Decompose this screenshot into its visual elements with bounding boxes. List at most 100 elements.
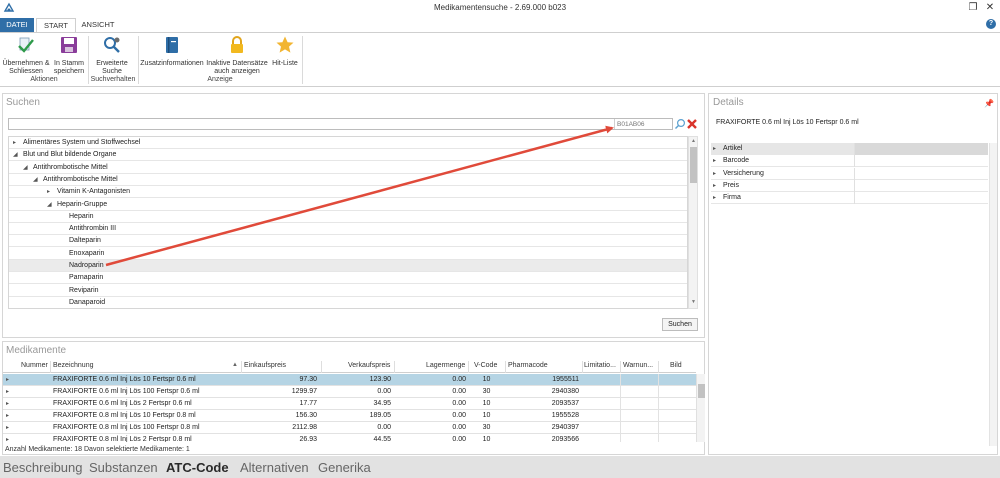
tree-expand-icon[interactable]: ▸ xyxy=(13,137,21,149)
cell-einkaufspreis: 97.30 xyxy=(299,376,317,383)
clear-icon[interactable] xyxy=(686,118,698,130)
col-lagermenge[interactable]: Lagermenge xyxy=(426,362,465,369)
details-product-title: FRAXIFORTE 0.6 ml Inj Lös 10 Fertspr 0.6… xyxy=(716,119,859,126)
additional-info-button[interactable]: Zusatzinformationen xyxy=(139,35,205,68)
tree-item[interactable]: ◢ Blut und Blut bildende Organe xyxy=(9,149,687,162)
cell-pharmacode: 2093537 xyxy=(551,400,579,407)
tree-collapse-icon[interactable]: ◢ xyxy=(23,162,31,174)
tree-collapse-icon[interactable]: ◢ xyxy=(13,149,21,161)
details-row[interactable]: ▸ Firma xyxy=(711,192,988,205)
bottom-tab[interactable]: Alternativen xyxy=(240,460,309,475)
medications-count-status: Anzahl Medikamente: 18 Davon selektierte… xyxy=(5,446,190,453)
advanced-search-button[interactable]: Erweiterte Suche xyxy=(90,35,134,76)
table-row[interactable]: ▸ FRAXIFORTE 0.8 ml Inj Lös 100 Fertspr 0… xyxy=(3,422,696,434)
row-expand-icon[interactable]: ▸ xyxy=(6,398,9,410)
tree-collapse-icon[interactable]: ◢ xyxy=(33,174,41,186)
tree-item[interactable]: ▸ Alimentäres System und Stoffwechsel xyxy=(9,137,687,149)
tree-item[interactable]: ◢ Antithrombotische Mittel xyxy=(9,174,687,186)
tree-item[interactable]: Nadroparin xyxy=(9,260,687,272)
column-separator xyxy=(620,361,621,373)
tree-item[interactable]: ◢ Antithrombotische Mittel xyxy=(9,162,687,174)
tree-expand-icon[interactable]: ▸ xyxy=(47,186,55,198)
tree-item[interactable]: Dalteparin xyxy=(9,235,687,248)
tree-item[interactable]: ◢ Heparin-Gruppe xyxy=(9,199,687,211)
col-vcode[interactable]: V-Code xyxy=(474,362,497,369)
table-row[interactable]: ▸ FRAXIFORTE 0.6 ml Inj Lös 2 Fertspr 0.6… xyxy=(3,398,696,410)
scroll-thumb[interactable] xyxy=(690,147,697,183)
accept-close-button[interactable]: Übernehmen & Schliessen xyxy=(1,35,51,76)
details-row[interactable]: ▸ Preis xyxy=(711,179,988,192)
show-inactive-button[interactable]: Inaktive Datensätze auch anzeigen xyxy=(206,35,268,76)
row-expand-icon[interactable]: ▸ xyxy=(6,374,9,386)
close-window-icon[interactable]: ✕ xyxy=(983,1,997,15)
col-verkaufspreis[interactable]: Verkaufspreis xyxy=(348,362,390,369)
cell-vcode: 10 xyxy=(482,400,491,407)
row-expand-icon[interactable]: ▸ xyxy=(6,422,9,434)
details-expand-icon[interactable]: ▸ xyxy=(713,143,716,155)
save-to-master-button[interactable]: In Stamm speichern xyxy=(52,35,86,76)
tab-datei[interactable]: DATEI xyxy=(0,18,34,32)
cell-lagermenge: 0.00 xyxy=(452,400,466,407)
help-icon[interactable]: ? xyxy=(986,19,996,29)
tab-start[interactable]: START xyxy=(36,18,76,33)
table-scrollbar[interactable] xyxy=(696,374,705,442)
cell-lagermenge: 0.00 xyxy=(452,424,466,431)
col-bezeichnung[interactable]: Bezeichnung xyxy=(53,362,93,369)
tree-scrollbar[interactable]: ▲ ▼ xyxy=(688,136,698,309)
scroll-thumb[interactable] xyxy=(698,384,705,398)
tree-collapse-icon[interactable]: ◢ xyxy=(47,199,55,211)
scroll-up-icon[interactable]: ▲ xyxy=(690,138,697,146)
details-value-cell xyxy=(855,143,988,155)
tree-item[interactable]: Reviparin xyxy=(9,285,687,297)
bottom-tab[interactable]: Generika xyxy=(318,460,371,475)
table-row[interactable]: ▸ FRAXIFORTE 0.6 ml Inj Lös 100 Fertspr 0… xyxy=(3,386,696,398)
title-bar: Medikamentensuche - 2.69.000 b023 ❐ ✕ xyxy=(0,0,1000,16)
col-nummer[interactable]: Nummer xyxy=(21,362,48,369)
col-pharmacode[interactable]: Pharmacode xyxy=(508,362,548,369)
col-warnung[interactable]: Warnun... xyxy=(623,362,653,369)
col-bild[interactable]: Bild xyxy=(670,362,682,369)
row-expand-icon[interactable]: ▸ xyxy=(6,386,9,398)
search-icon[interactable] xyxy=(674,118,686,130)
save-to-master-label: In Stamm xyxy=(54,60,84,67)
search-button[interactable]: Suchen xyxy=(662,318,698,331)
tree-item[interactable]: Danaparoid xyxy=(9,297,687,308)
bottom-tab[interactable]: ATC-Code xyxy=(166,460,229,475)
col-einkaufspreis[interactable]: Einkaufspreis xyxy=(244,362,286,369)
table-row[interactable]: ▸ FRAXIFORTE 0.6 ml Inj Lös 10 Fertspr 0.… xyxy=(3,374,696,386)
details-panel-title: Details xyxy=(713,97,744,108)
tree-item[interactable]: Heparin xyxy=(9,211,687,223)
col-limitatio[interactable]: Limitatio... xyxy=(584,362,616,369)
details-scrollbar[interactable] xyxy=(989,143,997,446)
group-anzeige-label: Anzeige xyxy=(207,76,233,83)
tree-item[interactable]: Antithrombin III xyxy=(9,223,687,236)
hit-list-button[interactable]: Hit-Liste xyxy=(268,35,302,68)
scroll-down-icon[interactable]: ▼ xyxy=(690,299,697,307)
restore-window-icon[interactable]: ❐ xyxy=(966,1,980,15)
pin-icon[interactable]: 📌 xyxy=(984,99,994,108)
row-expand-icon[interactable]: ▸ xyxy=(6,410,9,422)
row-expand-icon[interactable]: ▸ xyxy=(6,434,9,442)
atc-code-input[interactable] xyxy=(614,119,670,129)
column-separator xyxy=(620,386,621,398)
search-text-field[interactable] xyxy=(8,118,673,130)
table-row[interactable]: ▸ FRAXIFORTE 0.8 ml Inj Lös 2 Fertspr 0.8… xyxy=(3,434,696,442)
medications-table-body: ▸ FRAXIFORTE 0.6 ml Inj Lös 10 Fertspr 0.… xyxy=(3,374,696,442)
tree-item[interactable]: Enoxaparin xyxy=(9,248,687,260)
tab-ansicht[interactable]: ANSICHT xyxy=(78,18,118,32)
details-expand-icon[interactable]: ▸ xyxy=(713,168,716,180)
table-row[interactable]: ▸ FRAXIFORTE 0.8 ml Inj Lös 10 Fertspr 0.… xyxy=(3,410,696,422)
details-row[interactable]: ▸ Barcode xyxy=(711,155,988,168)
details-expand-icon[interactable]: ▸ xyxy=(713,192,716,204)
bottom-tab[interactable]: Beschreibung xyxy=(3,460,83,475)
advanced-search-icon xyxy=(104,37,120,53)
tree-item[interactable]: Parnaparin xyxy=(9,272,687,285)
bottom-tab[interactable]: Substanzen xyxy=(89,460,158,475)
details-expand-icon[interactable]: ▸ xyxy=(713,180,716,192)
cell-verkaufspreis: 0.00 xyxy=(377,424,391,431)
details-row[interactable]: ▸ Artikel xyxy=(711,143,988,155)
column-separator xyxy=(658,374,659,386)
tree-item[interactable]: ▸ Vitamin K-Antagonisten xyxy=(9,186,687,199)
details-row[interactable]: ▸ Versicherung xyxy=(711,167,988,180)
details-expand-icon[interactable]: ▸ xyxy=(713,155,716,167)
